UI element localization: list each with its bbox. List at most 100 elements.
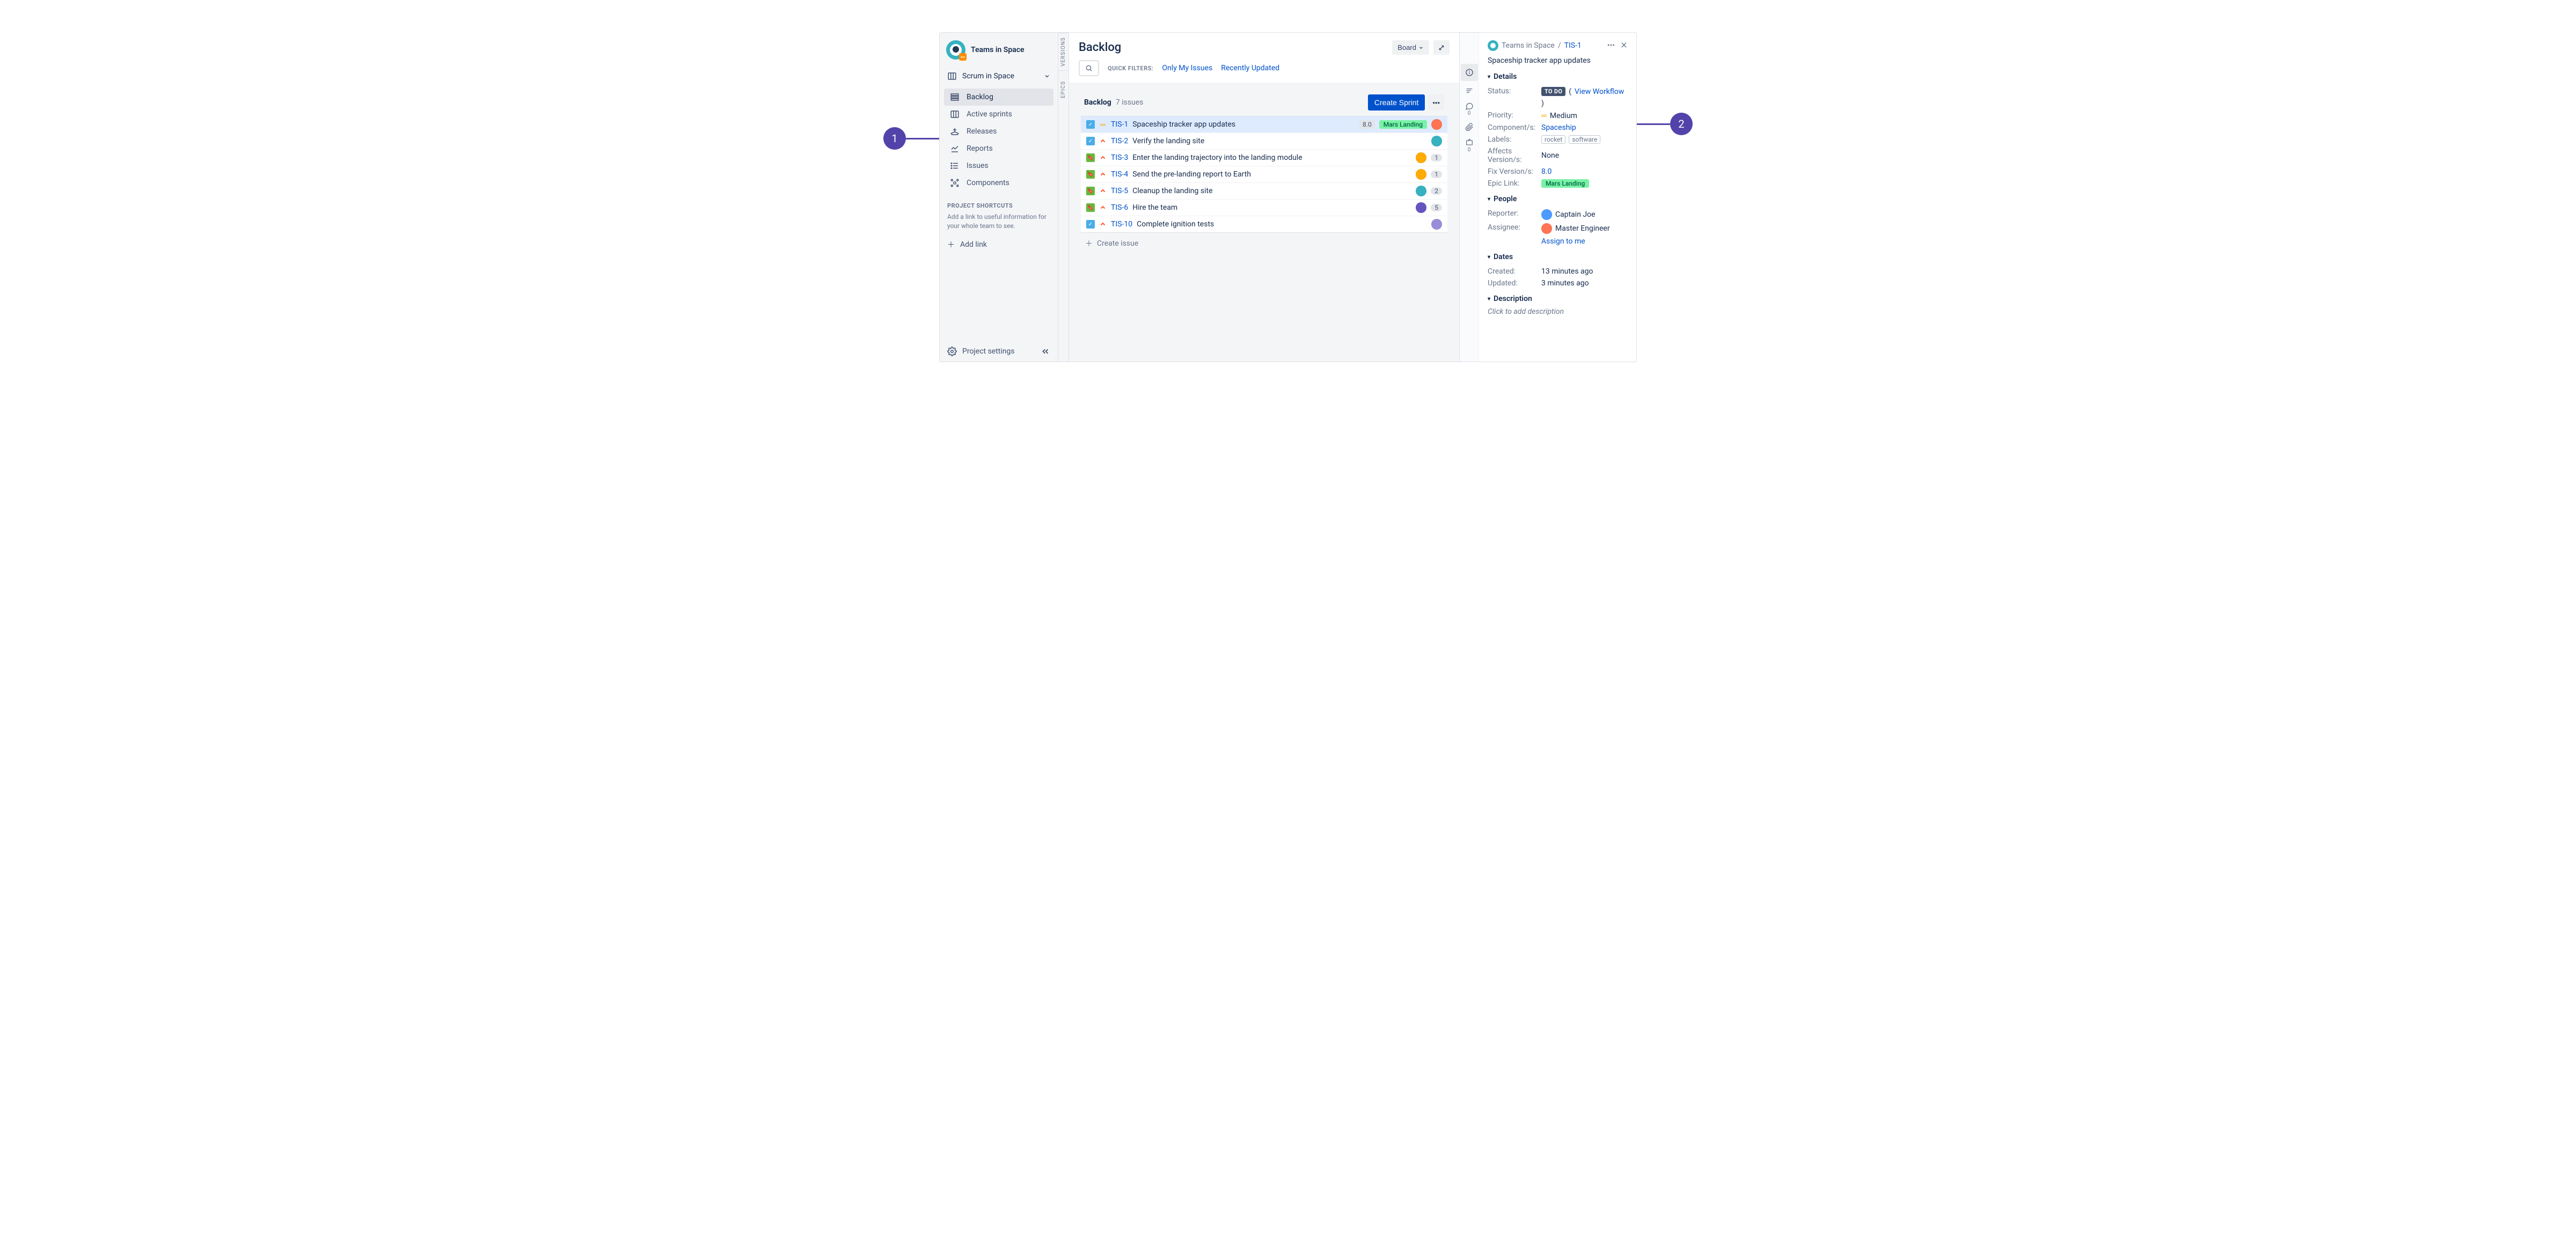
issue-key[interactable]: TIS-3 xyxy=(1111,153,1128,162)
create-sprint-button[interactable]: Create Sprint xyxy=(1368,94,1425,111)
issue-row[interactable]: 🔖TIS-4Send the pre-landing report to Ear… xyxy=(1081,166,1447,183)
issue-summary[interactable]: Spaceship tracker app updates xyxy=(1488,56,1628,65)
priority-icon xyxy=(1099,188,1107,194)
labels-label: Labels: xyxy=(1488,135,1541,144)
detail-tab-releases[interactable]: 0 xyxy=(1461,137,1478,154)
backlog-more-button[interactable]: ••• xyxy=(1428,94,1444,111)
issue-key[interactable]: TIS-6 xyxy=(1111,203,1128,212)
add-link-button[interactable]: ＋ Add link xyxy=(940,234,1058,255)
section-details[interactable]: ▾Details xyxy=(1488,72,1628,81)
sidebar-item-reports[interactable]: Reports xyxy=(944,140,1053,157)
filter-only-my-issues[interactable]: Only My Issues xyxy=(1162,64,1212,72)
issue-row[interactable]: 🔖 TIS-3 Enter the landing trajectory into … xyxy=(1081,150,1447,166)
detail-tab-comments[interactable]: 0 xyxy=(1461,100,1478,117)
chart-icon xyxy=(949,144,960,153)
assignee-avatar[interactable] xyxy=(1431,119,1442,130)
issue-summary: Enter the landing trajectory into the la… xyxy=(1132,153,1302,162)
issue-key[interactable]: TIS-2 xyxy=(1111,137,1128,145)
project-sidebar: <> Teams in Space Scrum in Space Backlog… xyxy=(940,33,1058,362)
priority-icon xyxy=(1099,154,1107,161)
filter-recently-updated[interactable]: Recently Updated xyxy=(1221,64,1279,72)
assignee-avatar[interactable] xyxy=(1431,136,1442,146)
versions-tab[interactable]: VERSIONS xyxy=(1058,33,1069,70)
sidebar-item-components[interactable]: Components xyxy=(944,174,1053,192)
issue-row[interactable]: ✓TIS-10Complete ignition tests xyxy=(1081,216,1447,232)
breadcrumb-project[interactable]: Teams in Space xyxy=(1502,41,1555,50)
app-window: <> Teams in Space Scrum in Space Backlog… xyxy=(939,32,1637,362)
sidebar-item-releases[interactable]: Releases xyxy=(944,123,1053,140)
more-actions-icon[interactable]: ••• xyxy=(1607,41,1615,50)
detail-tab-details[interactable] xyxy=(1461,64,1478,81)
detail-tab-attachments[interactable] xyxy=(1461,119,1478,136)
breadcrumb-key[interactable]: TIS-1 xyxy=(1564,41,1582,50)
affects-value[interactable]: None xyxy=(1541,147,1559,164)
chevron-down-icon: ▾ xyxy=(1488,196,1490,202)
project-header[interactable]: <> Teams in Space xyxy=(940,33,1058,67)
issue-key[interactable]: TIS-5 xyxy=(1111,187,1128,195)
assignee-avatar[interactable] xyxy=(1416,186,1426,196)
status-badge[interactable]: TO DO xyxy=(1541,87,1565,96)
issue-type-icon: ✓ xyxy=(1086,120,1095,129)
priority-value[interactable]: ═Medium xyxy=(1541,111,1577,120)
fullscreen-button[interactable] xyxy=(1433,40,1450,55)
component-link[interactable]: Spaceship xyxy=(1541,123,1576,132)
board-name: Scrum in Space xyxy=(962,72,1014,80)
issue-key[interactable]: TIS-10 xyxy=(1111,220,1132,229)
issue-key[interactable]: TIS-1 xyxy=(1111,120,1128,129)
assignee-avatar[interactable] xyxy=(1416,169,1426,180)
issue-row[interactable]: ✓TIS-2Verify the landing site xyxy=(1081,133,1447,150)
issue-row[interactable]: ✓═TIS-1Spaceship tracker app updates8.0M… xyxy=(1081,116,1447,133)
filter-bar: QUICK FILTERS: Only My Issues Recently U… xyxy=(1069,60,1459,83)
close-icon[interactable] xyxy=(1620,41,1628,50)
fixversion-link[interactable]: 8.0 xyxy=(1541,167,1552,176)
estimate-badge: 1 xyxy=(1431,154,1442,161)
issue-type-icon: 🔖 xyxy=(1086,153,1095,162)
sidebar-item-active-sprints[interactable]: Active sprints xyxy=(944,106,1053,123)
section-description[interactable]: ▾Description xyxy=(1488,295,1628,303)
labels-value[interactable]: rocket software xyxy=(1541,135,1600,144)
issue-count: 7 issues xyxy=(1116,98,1144,107)
side-tabs: VERSIONS EPICS xyxy=(1058,33,1069,362)
assignee-avatar[interactable] xyxy=(1416,202,1426,213)
description-placeholder[interactable]: Click to add description xyxy=(1488,307,1628,316)
component-icon xyxy=(949,178,960,188)
assignee-avatar[interactable] xyxy=(1416,152,1426,163)
detail-tab-description[interactable] xyxy=(1461,82,1478,99)
label-tag[interactable]: rocket xyxy=(1541,135,1565,144)
project-settings-link[interactable]: Project settings xyxy=(962,347,1015,356)
issue-row[interactable]: 🔖TIS-5Cleanup the landing site2 xyxy=(1081,183,1447,200)
issue-key[interactable]: TIS-4 xyxy=(1111,170,1128,179)
project-name: Teams in Space xyxy=(971,46,1024,54)
affects-label: Affects Version/s: xyxy=(1488,147,1541,164)
sidebar-item-backlog[interactable]: Backlog xyxy=(944,89,1053,106)
board-view-button[interactable]: Board xyxy=(1392,40,1429,55)
add-link-label: Add link xyxy=(960,240,987,249)
created-label: Created: xyxy=(1488,267,1541,276)
label-tag[interactable]: software xyxy=(1569,135,1600,144)
view-workflow-link[interactable]: View Workflow xyxy=(1575,87,1624,96)
project-logo: <> xyxy=(946,40,965,60)
issue-type-icon: 🔖 xyxy=(1086,203,1095,212)
board-selector[interactable]: Scrum in Space xyxy=(940,67,1058,85)
backlog-header: Backlog 7 issues Create Sprint ••• xyxy=(1081,94,1447,116)
assignee-avatar[interactable] xyxy=(1431,219,1442,230)
section-people[interactable]: ▾People xyxy=(1488,195,1628,203)
epics-tab[interactable]: EPICS xyxy=(1058,70,1069,108)
backlog-panel: Backlog 7 issues Create Sprint ••• ✓═TIS… xyxy=(1081,94,1447,249)
issue-summary: Complete ignition tests xyxy=(1137,220,1214,229)
sidebar-item-label: Issues xyxy=(967,161,989,170)
plus-icon: ＋ xyxy=(1085,238,1093,249)
create-issue-button[interactable]: ＋ Create issue xyxy=(1081,233,1447,249)
assign-to-me-link[interactable]: Assign to me xyxy=(1541,237,1585,246)
search-input[interactable] xyxy=(1079,60,1099,76)
sidebar-item-issues[interactable]: Issues xyxy=(944,157,1053,174)
epic-badge[interactable]: Mars Landing xyxy=(1541,179,1589,188)
updated-label: Updated: xyxy=(1488,279,1541,288)
reporter-value[interactable]: Captain Joe xyxy=(1541,209,1596,220)
collapse-sidebar-icon[interactable] xyxy=(1041,347,1050,356)
section-dates[interactable]: ▾Dates xyxy=(1488,253,1628,261)
assignee-value[interactable]: Master Engineer xyxy=(1541,223,1610,234)
priority-icon xyxy=(1099,171,1107,178)
detail-side-icons: 0 0 xyxy=(1460,33,1479,362)
issue-row[interactable]: 🔖TIS-6Hire the team5 xyxy=(1081,200,1447,216)
